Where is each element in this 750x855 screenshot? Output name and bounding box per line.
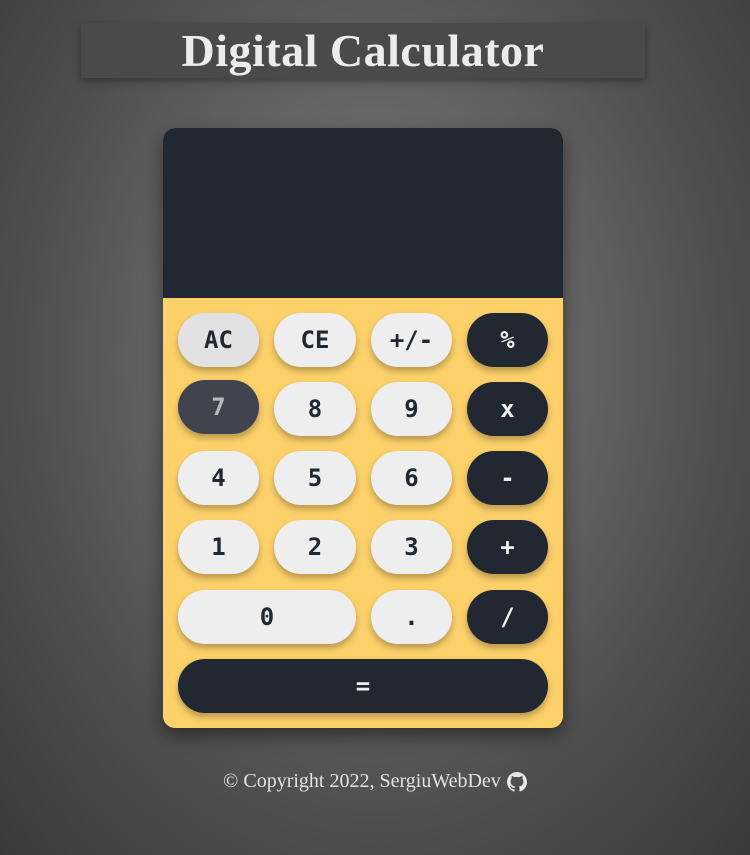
- digit-7-button[interactable]: 7: [178, 380, 259, 434]
- title-banner: Digital Calculator: [81, 23, 645, 78]
- multiply-button[interactable]: x: [467, 382, 548, 436]
- subtract-button[interactable]: -: [467, 451, 548, 505]
- github-icon[interactable]: [506, 771, 527, 792]
- add-button[interactable]: +: [467, 520, 548, 574]
- digit-1-button[interactable]: 1: [178, 520, 259, 574]
- sign-toggle-button[interactable]: +/-: [371, 313, 452, 367]
- footer: © Copyright 2022, SergiuWebDev: [0, 770, 750, 793]
- digit-2-button[interactable]: 2: [274, 520, 356, 574]
- page-title: Digital Calculator: [181, 25, 545, 76]
- digit-9-button[interactable]: 9: [371, 382, 452, 436]
- digit-5-button[interactable]: 5: [274, 451, 356, 505]
- digit-6-button[interactable]: 6: [371, 451, 452, 505]
- divide-button[interactable]: /: [467, 590, 548, 644]
- digit-0-button[interactable]: 0: [178, 590, 356, 644]
- digit-4-button[interactable]: 4: [178, 451, 259, 505]
- digit-3-button[interactable]: 3: [371, 520, 452, 574]
- digit-8-button[interactable]: 8: [274, 382, 356, 436]
- decimal-button[interactable]: .: [371, 590, 452, 644]
- all-clear-button[interactable]: AC: [178, 313, 259, 367]
- calculator: AC CE +/- % 7 8 9 x 4 5 6 - 1 2 3 + 0 . …: [163, 128, 563, 728]
- percent-button[interactable]: %: [467, 313, 548, 367]
- calculator-display: [163, 128, 563, 298]
- equals-button[interactable]: =: [178, 659, 548, 713]
- copyright-text: © Copyright 2022, SergiuWebDev: [223, 770, 501, 792]
- clear-entry-button[interactable]: CE: [274, 313, 356, 367]
